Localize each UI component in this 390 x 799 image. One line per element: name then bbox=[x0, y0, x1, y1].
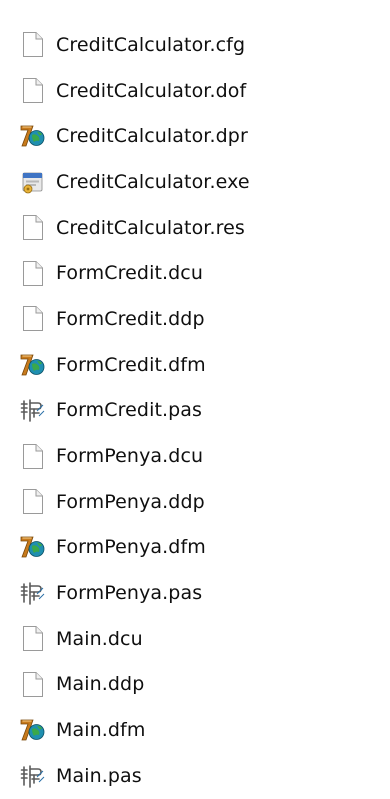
file-item[interactable]: FormPenya.ddp bbox=[20, 479, 370, 525]
file-item[interactable]: FormCredit.dcu bbox=[20, 250, 370, 296]
pascal-source-icon bbox=[20, 579, 46, 607]
file-name-label: FormCredit.pas bbox=[56, 399, 203, 422]
blank-file-icon bbox=[20, 259, 46, 287]
delphi-project-icon bbox=[20, 122, 46, 150]
file-name-label: Main.dfm bbox=[56, 719, 146, 742]
file-item[interactable]: CreditCalculator.res bbox=[20, 205, 370, 251]
file-item[interactable]: FormCredit.pas bbox=[20, 388, 370, 434]
file-item[interactable]: FormPenya.dcu bbox=[20, 433, 370, 479]
file-name-label: FormPenya.pas bbox=[56, 582, 203, 605]
delphi-project-icon bbox=[20, 351, 46, 379]
blank-file-icon bbox=[20, 625, 46, 653]
file-name-label: CreditCalculator.res bbox=[56, 216, 245, 239]
file-name-label: CreditCalculator.dof bbox=[56, 79, 247, 102]
blank-file-icon bbox=[20, 305, 46, 333]
file-name-label: CreditCalculator.cfg bbox=[56, 33, 246, 56]
file-item[interactable]: FormPenya.pas bbox=[20, 570, 370, 616]
file-item[interactable]: CreditCalculator.dpr bbox=[20, 113, 370, 159]
file-name-label: FormPenya.dfm bbox=[56, 536, 206, 559]
blank-file-icon bbox=[20, 488, 46, 516]
file-item[interactable]: CreditCalculator.dof bbox=[20, 68, 370, 114]
file-name-label: FormCredit.dcu bbox=[56, 262, 203, 285]
file-name-label: FormCredit.dfm bbox=[56, 353, 206, 376]
blank-file-icon bbox=[20, 442, 46, 470]
file-name-label: Main.pas bbox=[56, 764, 142, 787]
blank-file-icon bbox=[20, 31, 46, 59]
application-exe-icon bbox=[20, 168, 46, 196]
file-name-label: CreditCalculator.exe bbox=[56, 170, 250, 193]
delphi-project-icon bbox=[20, 716, 46, 744]
blank-file-icon bbox=[20, 77, 46, 105]
pascal-source-icon bbox=[20, 396, 46, 424]
file-item[interactable]: CreditCalculator.exe bbox=[20, 159, 370, 205]
pascal-source-icon bbox=[20, 762, 46, 790]
blank-file-icon bbox=[20, 670, 46, 698]
file-item[interactable]: Main.dcu bbox=[20, 616, 370, 662]
file-name-label: CreditCalculator.dpr bbox=[56, 125, 248, 148]
file-item[interactable]: Main.ddp bbox=[20, 662, 370, 708]
file-item[interactable]: FormCredit.ddp bbox=[20, 296, 370, 342]
file-name-label: Main.ddp bbox=[56, 673, 145, 696]
file-item[interactable]: FormCredit.dfm bbox=[20, 342, 370, 388]
file-name-label: Main.dcu bbox=[56, 627, 143, 650]
blank-file-icon bbox=[20, 214, 46, 242]
file-name-label: FormPenya.ddp bbox=[56, 490, 205, 513]
delphi-project-icon bbox=[20, 533, 46, 561]
file-item[interactable]: FormPenya.dfm bbox=[20, 525, 370, 571]
file-list: CreditCalculator.cfg CreditCalculator.dof… bbox=[20, 22, 370, 799]
file-item[interactable]: CreditCalculator.cfg bbox=[20, 22, 370, 68]
file-name-label: FormCredit.ddp bbox=[56, 307, 205, 330]
file-name-label: FormPenya.dcu bbox=[56, 445, 204, 468]
file-item[interactable]: Main.pas bbox=[20, 753, 370, 799]
file-item[interactable]: Main.dfm bbox=[20, 707, 370, 753]
